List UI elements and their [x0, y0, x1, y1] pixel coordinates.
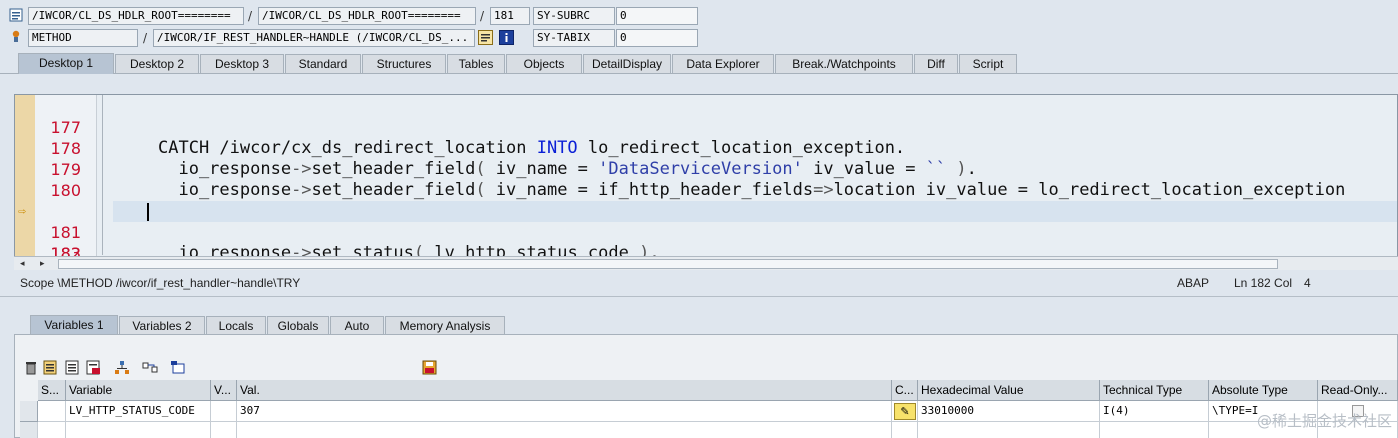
- scroll-thumb[interactable]: [58, 259, 1278, 269]
- cell-technical-type: I(4): [1100, 401, 1209, 422]
- tab-standard[interactable]: Standard: [285, 54, 361, 73]
- col-header-absolute-type[interactable]: Absolute Type: [1209, 380, 1318, 401]
- horizontal-scrollbar[interactable]: ◂ ▸: [14, 256, 1398, 270]
- code-line-cursor: 182 lo_root = lo_redirect_location_excep…: [15, 201, 1397, 257]
- tab-breakpoints[interactable]: Break./Watchpoints: [775, 54, 913, 73]
- separator: /: [143, 31, 148, 45]
- sysvar-name-field[interactable]: SY-SUBRC: [533, 7, 615, 25]
- line-number-field[interactable]: 181: [490, 7, 530, 25]
- event-type-field[interactable]: METHOD: [28, 29, 138, 47]
- tab-script[interactable]: Script: [959, 54, 1017, 73]
- tab-variables-2[interactable]: Variables 2: [119, 316, 205, 335]
- text-cursor: [147, 203, 149, 221]
- tab-tables[interactable]: Tables: [447, 54, 505, 73]
- export-icon[interactable]: [86, 360, 102, 376]
- empty-cell: [237, 422, 892, 438]
- code-line-current: ⇨ 181 io_response->set_status( lv_http_s…: [15, 180, 1397, 257]
- cell-hex: 33010000: [918, 401, 1100, 422]
- tab-desktop-1[interactable]: Desktop 1: [18, 53, 114, 74]
- source-code-editor[interactable]: 177 CATCH /iwcor/cx_ds_redirect_location…: [14, 94, 1398, 258]
- tab-locals[interactable]: Locals: [206, 316, 266, 335]
- list-view-icon[interactable]: [65, 360, 81, 376]
- tab-data-explorer[interactable]: Data Explorer: [672, 54, 774, 73]
- tab-desktop-2[interactable]: Desktop 2: [115, 54, 199, 73]
- method-icon: [9, 29, 25, 45]
- sysvar-value-field-2[interactable]: 0: [616, 29, 698, 47]
- col-header-v[interactable]: V...: [211, 380, 237, 401]
- code-line: 178 io_response->set_header_field( iv_na…: [15, 117, 1397, 179]
- code-line: 183 CATCH /iwcor/cx_ds_redirection INTO …: [15, 222, 1397, 257]
- program-icon: [9, 8, 25, 24]
- col-header-read-only[interactable]: Read-Only...: [1318, 380, 1398, 401]
- info-icon[interactable]: [499, 30, 515, 46]
- tab-structures[interactable]: Structures: [362, 54, 446, 73]
- col-header-change[interactable]: C...: [892, 380, 918, 401]
- cell-v: [211, 401, 237, 422]
- variables-grid[interactable]: S... Variable V... Val. C... Hexadecimal…: [20, 380, 1398, 438]
- edit-value-icon[interactable]: ✎: [894, 403, 916, 420]
- code-line: 177 CATCH /iwcor/cx_ds_redirect_location…: [15, 96, 1397, 158]
- hierarchy-icon[interactable]: [114, 360, 130, 376]
- tab-memory-analysis[interactable]: Memory Analysis: [385, 316, 505, 335]
- program-field[interactable]: /IWCOR/CL_DS_HDLR_ROOT========: [28, 7, 244, 25]
- col-header-hex[interactable]: Hexadecimal Value: [918, 380, 1100, 401]
- tab-objects[interactable]: Objects: [506, 54, 582, 73]
- tab-diff[interactable]: Diff: [914, 54, 958, 73]
- include-field[interactable]: /IWCOR/CL_DS_HDLR_ROOT========: [258, 7, 476, 25]
- empty-cell: [1100, 422, 1209, 438]
- col-header-status[interactable]: S...: [38, 380, 66, 401]
- detail-view-icon[interactable]: [43, 360, 59, 376]
- tab-detaildisplay[interactable]: DetailDisplay: [583, 54, 671, 73]
- scroll-left-icon[interactable]: ◂: [20, 257, 25, 271]
- new-tool-icon[interactable]: [170, 360, 186, 376]
- tab-globals[interactable]: Globals: [267, 316, 329, 335]
- tab-auto[interactable]: Auto: [330, 316, 384, 335]
- divider: [0, 296, 1398, 297]
- col-header-technical-type[interactable]: Technical Type: [1100, 380, 1209, 401]
- empty-cell: [892, 422, 918, 438]
- row-selector[interactable]: [20, 422, 38, 438]
- separator: /: [480, 9, 485, 23]
- cursor-position: Ln 182 Col: [1234, 276, 1293, 290]
- empty-cell: [211, 422, 237, 438]
- tab-desktop-3[interactable]: Desktop 3: [200, 54, 284, 73]
- save-icon[interactable]: [422, 360, 438, 376]
- tab-variables-1[interactable]: Variables 1: [30, 315, 118, 336]
- language-label: ABAP: [1177, 276, 1210, 290]
- cell-value[interactable]: 307: [237, 401, 892, 422]
- code-line: 180 lv_http_status_code = lo_redirect_lo…: [15, 159, 1397, 221]
- desktop-tab-bar: Desktop 1 Desktop 2 Desktop 3 Standard S…: [0, 52, 1398, 74]
- empty-cell: [38, 422, 66, 438]
- empty-cell: [918, 422, 1100, 438]
- navigate-icon[interactable]: [478, 30, 494, 46]
- code-line: 179 io_response->set_header_field( iv_na…: [15, 138, 1397, 200]
- cursor-column: 4: [1304, 276, 1311, 290]
- cell-status: [38, 401, 66, 422]
- scope-label: Scope \METHOD /iwcor/if_rest_handler~han…: [20, 276, 301, 290]
- variables-tab-bar: Variables 1 Variables 2 Locals Globals A…: [0, 314, 1398, 336]
- event-name-field[interactable]: /IWCOR/IF_REST_HANDLER~HANDLE (/IWCOR/CL…: [153, 29, 475, 47]
- row-selector[interactable]: [20, 401, 38, 422]
- navigate-tree-icon[interactable]: [142, 360, 158, 376]
- sap-debugger-window: { "header": { "row1": { "field1": "/IWCO…: [0, 0, 1398, 438]
- sysvar-value-field[interactable]: 0: [616, 7, 698, 25]
- delete-icon[interactable]: [24, 360, 40, 376]
- separator: /: [248, 9, 253, 23]
- col-header-value[interactable]: Val.: [237, 380, 892, 401]
- sysvar-name-field-2[interactable]: SY-TABIX: [533, 29, 615, 47]
- current-line-highlight: [113, 201, 1397, 222]
- cell-variable[interactable]: LV_HTTP_STATUS_CODE: [66, 401, 211, 422]
- watermark: @稀土掘金技术社区: [1256, 412, 1392, 430]
- empty-cell[interactable]: [66, 422, 211, 438]
- scroll-right-icon[interactable]: ▸: [40, 257, 45, 271]
- col-header-variable[interactable]: Variable: [66, 380, 211, 401]
